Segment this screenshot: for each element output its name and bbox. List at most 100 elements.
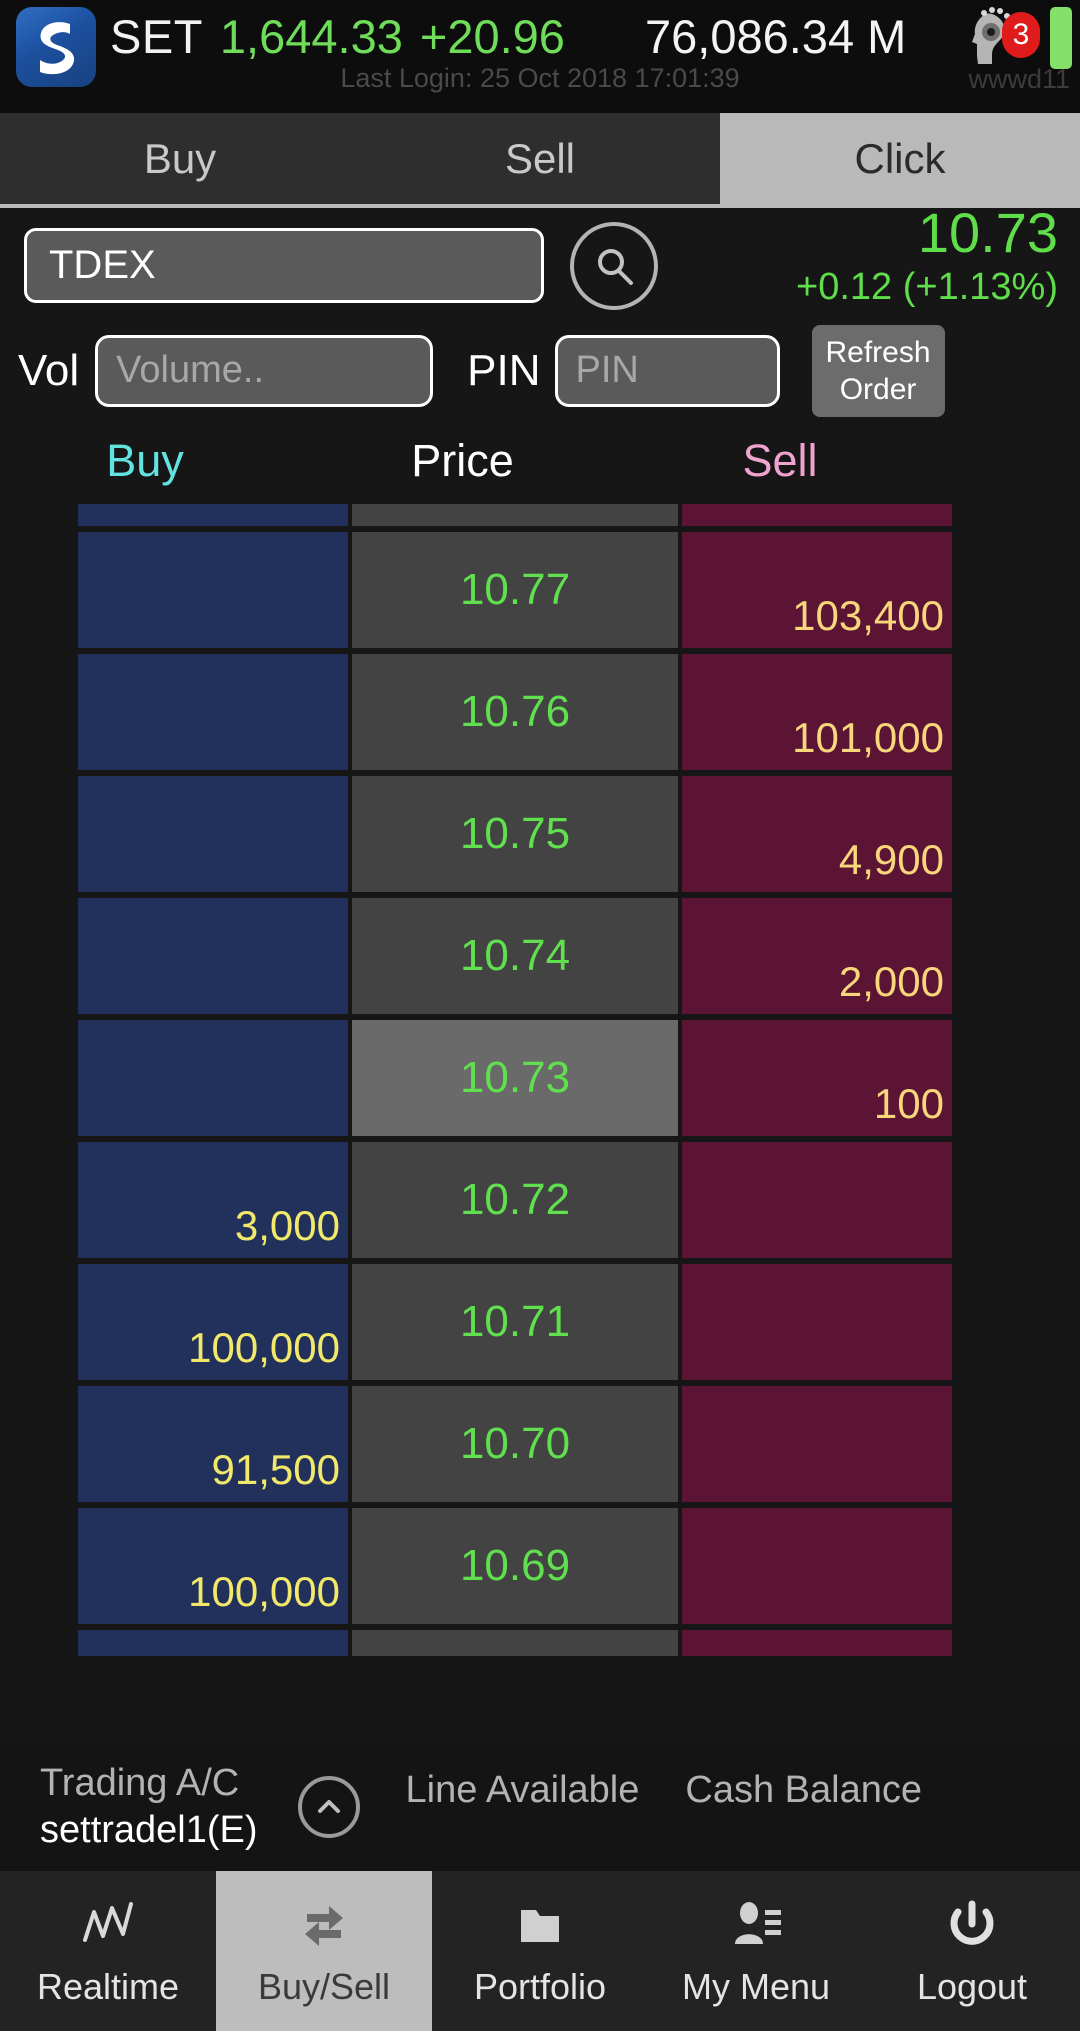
nav-item-mymenu[interactable]: My Menu bbox=[648, 1871, 864, 2031]
sell-volume-cell[interactable] bbox=[682, 1264, 952, 1380]
last-login-text: Last Login: 25 Oct 2018 17:01:39 bbox=[340, 63, 740, 93]
buy-volume-cell[interactable]: 91,500 bbox=[78, 1386, 348, 1502]
mode-tabs: Buy Sell Click bbox=[0, 113, 1080, 208]
sell-volume-cell[interactable]: 2,000 bbox=[682, 898, 952, 1014]
refresh-line-1: Refresh bbox=[825, 335, 931, 369]
main-content: TDEX 10.73 +0.12 (+1.13%) Vol Volume.. P… bbox=[0, 202, 1080, 1871]
table-row[interactable]: 91,500 10.70 bbox=[78, 1386, 994, 1502]
table-row[interactable]: 10.74 2,000 bbox=[78, 898, 994, 1014]
tab-sell[interactable]: Sell bbox=[360, 113, 720, 204]
sell-volume-cell[interactable]: 4,900 bbox=[682, 776, 952, 892]
table-row[interactable] bbox=[78, 504, 994, 526]
table-row[interactable]: 3,000 10.72 bbox=[78, 1142, 994, 1258]
tab-click[interactable]: Click bbox=[720, 113, 1080, 204]
price-cell[interactable]: 10.74 bbox=[352, 898, 678, 1014]
buy-volume-cell[interactable]: 100,000 bbox=[78, 1508, 348, 1624]
table-row[interactable]: 10.76 101,000 bbox=[78, 654, 994, 770]
table-row[interactable]: 10.77 103,400 bbox=[78, 532, 994, 648]
exchange-arrows-icon bbox=[305, 1906, 343, 1946]
price-cell[interactable] bbox=[352, 1630, 678, 1656]
table-row[interactable]: 100,000 10.69 bbox=[78, 1508, 994, 1624]
refresh-order-button[interactable]: Refresh Order bbox=[811, 324, 945, 417]
header-price: Price bbox=[411, 435, 514, 486]
buy-volume-cell[interactable] bbox=[78, 898, 348, 1014]
index-summary: SET 1,644.33 +20.96 bbox=[110, 6, 565, 66]
sell-volume-cell[interactable] bbox=[682, 1630, 952, 1656]
user-tag: wwwd11 bbox=[968, 64, 1070, 94]
nav-label-mymenu: My Menu bbox=[681, 1966, 831, 2007]
volume-input[interactable]: Volume.. bbox=[95, 334, 434, 407]
price-cell[interactable] bbox=[352, 504, 678, 526]
buy-volume-cell[interactable]: 100,000 bbox=[78, 1264, 348, 1380]
app-header: SET 1,644.33 +20.96 76,086.34 M Last Log… bbox=[0, 0, 1080, 113]
table-row[interactable]: 10.75 4,900 bbox=[78, 776, 994, 892]
notification-badge: 3 bbox=[1002, 12, 1040, 58]
sell-volume-cell[interactable] bbox=[682, 1386, 952, 1502]
sell-volume-cell[interactable] bbox=[682, 504, 952, 526]
sell-volume-cell[interactable]: 100 bbox=[682, 1020, 952, 1136]
nav-item-portfolio[interactable]: Portfolio bbox=[432, 1871, 648, 2031]
sell-volume-cell[interactable]: 103,400 bbox=[682, 532, 952, 648]
index-value: 1,644.33 bbox=[219, 9, 403, 63]
index-change: +20.96 bbox=[419, 9, 565, 63]
nav-label-logout: Logout bbox=[916, 1966, 1028, 2007]
buy-volume-cell[interactable]: 3,000 bbox=[78, 1142, 348, 1258]
price-cell[interactable]: 10.70 bbox=[352, 1386, 678, 1502]
search-icon[interactable] bbox=[570, 221, 658, 310]
price-cell[interactable]: 10.75 bbox=[352, 776, 678, 892]
buy-volume-cell[interactable] bbox=[78, 776, 348, 892]
table-row[interactable] bbox=[78, 1630, 994, 1656]
buy-volume-cell[interactable] bbox=[78, 654, 348, 770]
chart-line-icon bbox=[83, 1902, 133, 1942]
nav-item-logout[interactable]: Logout bbox=[864, 1871, 1080, 2031]
trading-app: SET 1,644.33 +20.96 76,086.34 M Last Log… bbox=[0, 0, 1080, 2031]
header-buy: Buy bbox=[106, 435, 184, 486]
line-available-label: Line Available bbox=[405, 1769, 640, 1811]
header-sell: Sell bbox=[742, 435, 818, 486]
symbol-row: TDEX 10.73 +0.12 (+1.13%) bbox=[0, 202, 1080, 323]
buy-volume-cell[interactable] bbox=[78, 504, 348, 526]
price-cell[interactable]: 10.77 bbox=[352, 532, 678, 648]
nav-label-buysell: Buy/Sell bbox=[257, 1966, 391, 2007]
index-volume: 76,086.34 M bbox=[645, 9, 907, 63]
order-book-rows: 10.77 103,400 10.76 101,000 10.75 4,900 10.74 2… bbox=[78, 504, 994, 1656]
robot-head-icon[interactable]: 3 bbox=[966, 6, 1040, 70]
order-book[interactable]: 10.77 103,400 10.76 101,000 10.75 4,900 10.74 2… bbox=[0, 504, 1080, 1743]
trading-ac-value: settradel1(E) bbox=[40, 1809, 258, 1851]
nav-item-realtime[interactable]: Realtime bbox=[0, 1871, 216, 2031]
symbol-input[interactable]: TDEX bbox=[24, 228, 544, 303]
price-cell[interactable]: 10.72 bbox=[352, 1142, 678, 1258]
sell-volume-cell[interactable] bbox=[682, 1508, 952, 1624]
price-cell[interactable]: 10.69 bbox=[352, 1508, 678, 1624]
header-status-group: 3 bbox=[966, 6, 1072, 70]
bottom-navigation: Realtime Buy/Sell Portfolio My Menu Logo… bbox=[0, 1871, 1080, 2031]
nav-item-buysell[interactable]: Buy/Sell bbox=[216, 1871, 432, 2031]
tab-buy[interactable]: Buy bbox=[0, 113, 360, 204]
table-row[interactable]: 100,000 10.71 bbox=[78, 1264, 994, 1380]
account-summary: Trading A/C settradel1(E) Line Available… bbox=[0, 1743, 1080, 1871]
price-cell[interactable]: 10.76 bbox=[352, 654, 678, 770]
power-icon bbox=[950, 1900, 994, 1945]
buy-volume-cell[interactable] bbox=[78, 1630, 348, 1656]
user-list-icon bbox=[735, 1902, 781, 1944]
pin-input[interactable]: PIN bbox=[554, 334, 780, 407]
sell-volume-cell[interactable] bbox=[682, 1142, 952, 1258]
sell-volume-cell[interactable]: 101,000 bbox=[682, 654, 952, 770]
order-book-headers: Buy Price Sell bbox=[0, 418, 1080, 504]
pin-label: PIN bbox=[467, 345, 541, 395]
price-change: +0.12 (+1.13%) bbox=[796, 266, 1058, 308]
trading-account-block: Trading A/C settradel1(E) bbox=[40, 1762, 258, 1852]
last-price: 10.73 bbox=[917, 201, 1058, 264]
buy-volume-cell[interactable] bbox=[78, 532, 348, 648]
price-cell[interactable]: 10.73 bbox=[352, 1020, 678, 1136]
chevron-up-icon[interactable] bbox=[297, 1776, 360, 1838]
buy-volume-cell[interactable] bbox=[78, 1020, 348, 1136]
nav-label-portfolio: Portfolio bbox=[473, 1966, 607, 2007]
folder-icon bbox=[521, 1910, 559, 1942]
trading-ac-label: Trading A/C bbox=[40, 1762, 240, 1804]
refresh-line-2: Order bbox=[839, 372, 917, 406]
price-cell[interactable]: 10.71 bbox=[352, 1264, 678, 1380]
vol-label: Vol bbox=[18, 345, 80, 395]
index-name: SET bbox=[110, 9, 203, 63]
table-row[interactable]: 10.73 100 bbox=[78, 1020, 994, 1136]
